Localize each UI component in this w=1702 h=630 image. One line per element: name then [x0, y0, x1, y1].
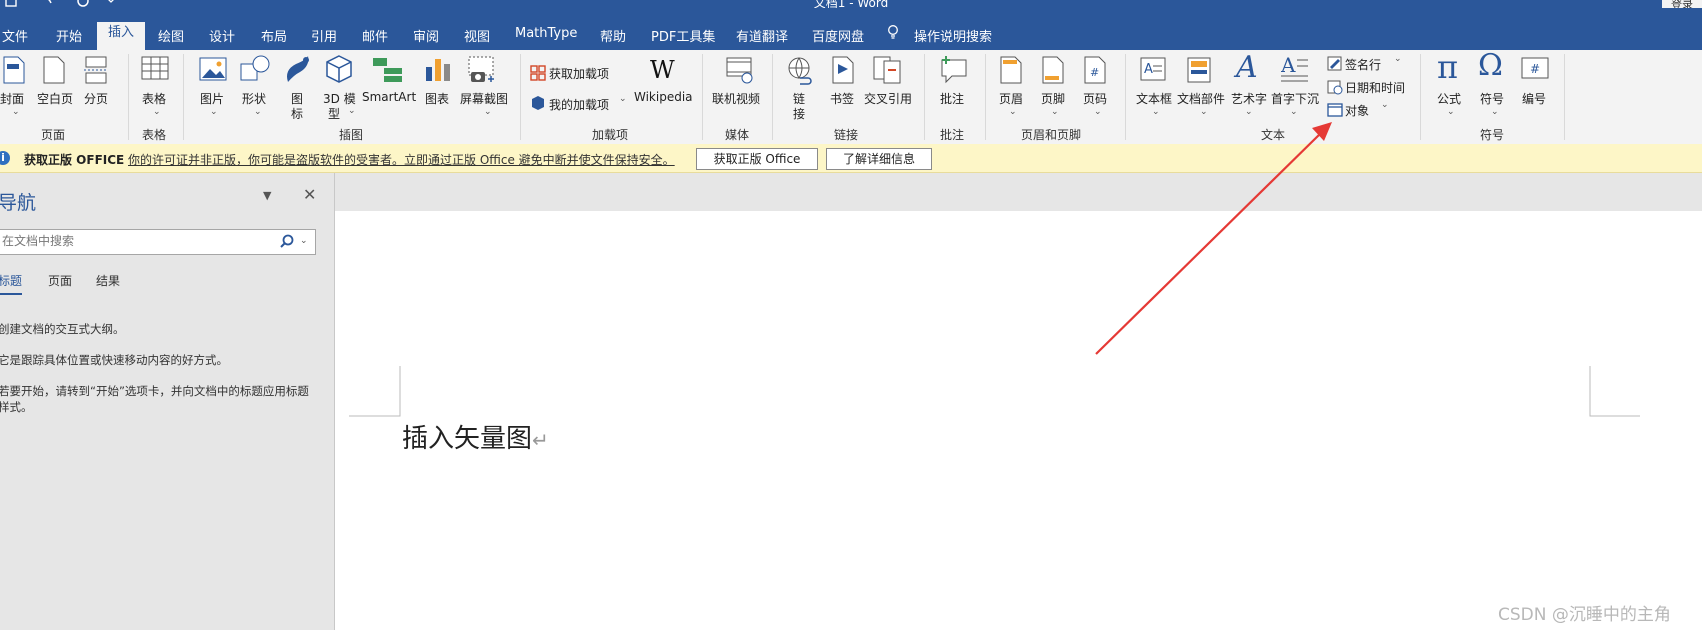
watermark-text: CSDN @沉睡中的主角	[1498, 605, 1671, 625]
annotation-arrow	[1095, 122, 1332, 355]
